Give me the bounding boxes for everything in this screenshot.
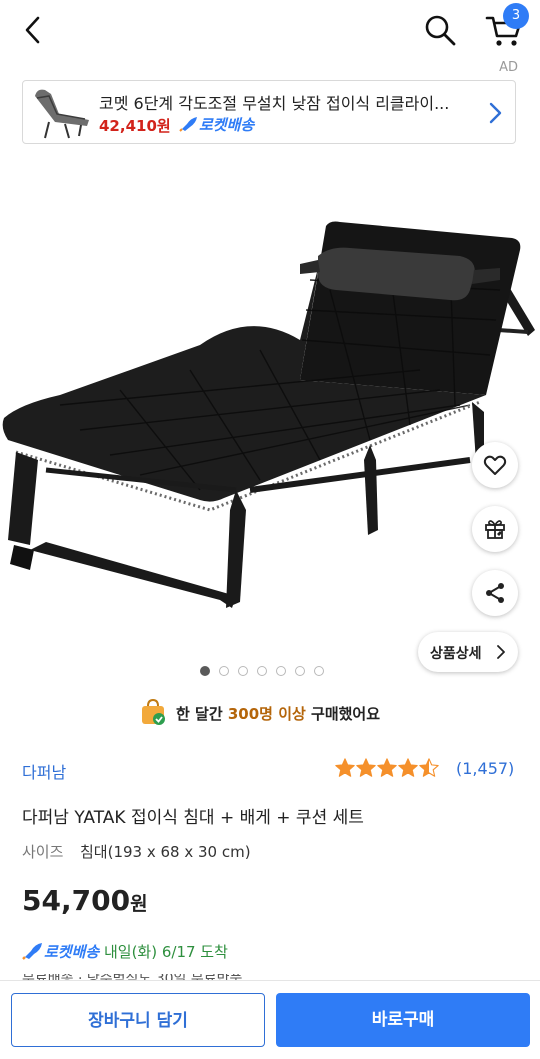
star-icon xyxy=(419,758,439,777)
ad-label: AD xyxy=(499,60,518,75)
back-button[interactable] xyxy=(18,12,50,48)
buy-now-button[interactable]: 바로구매 xyxy=(276,993,530,1047)
ad-banner[interactable]: 코멧 6단계 각도조절 무설치 낮잠 접이식 리클라이... 42,410원 로… xyxy=(22,80,516,144)
brand-link[interactable]: 다퍼남 xyxy=(22,759,66,783)
ad-price: 42,410원 xyxy=(99,117,171,135)
option-value[interactable]: 침대(193 x 68 x 30 cm) xyxy=(80,841,251,862)
gallery-dot[interactable] xyxy=(200,666,210,676)
price-unit: 원 xyxy=(130,893,148,915)
search-button[interactable] xyxy=(422,12,458,48)
chevron-right-icon xyxy=(497,645,505,659)
ad-rocket-delivery: 로켓배송 xyxy=(179,114,254,135)
star-icon xyxy=(377,758,397,777)
gallery-dot[interactable] xyxy=(257,666,267,676)
shopping-bag-icon xyxy=(142,698,165,725)
product-image[interactable] xyxy=(0,190,540,630)
search-icon xyxy=(425,15,456,46)
product-detail-button[interactable]: 상품상세 xyxy=(418,632,518,672)
rating-stars[interactable] xyxy=(334,757,439,779)
back-arrow-icon xyxy=(25,16,40,44)
product-price: 54,700원 xyxy=(22,884,148,917)
gallery-dot[interactable] xyxy=(238,666,248,676)
option-label: 사이즈 xyxy=(22,843,64,861)
rating-count[interactable]: (1,457) xyxy=(456,759,514,778)
wishlist-button[interactable] xyxy=(472,442,518,488)
product-title: 다퍼남 YATAK 접이식 침대 + 배게 + 쿠션 세트 xyxy=(22,808,364,828)
gift-button[interactable] xyxy=(472,506,518,552)
ad-title: 코멧 6단계 각도조절 무설치 낮잠 접이식 리클라이... xyxy=(99,94,450,113)
rocket-icon xyxy=(22,943,42,960)
star-icon xyxy=(335,758,355,777)
gallery-dot[interactable] xyxy=(295,666,305,676)
add-to-cart-button[interactable]: 장바구니 담기 xyxy=(11,993,265,1047)
gift-icon xyxy=(485,520,505,539)
heart-icon xyxy=(483,455,507,475)
gallery-dot[interactable] xyxy=(314,666,324,676)
ad-product-thumbnail xyxy=(29,84,95,142)
delivery-date: 내일(화) 6/17 도착 xyxy=(103,943,228,961)
cart-count-badge: 3 xyxy=(503,3,529,29)
bottom-action-bar: 장바구니 담기 바로구매 xyxy=(0,980,540,1059)
top-bar: 3 xyxy=(0,0,540,62)
chevron-right-icon xyxy=(489,102,502,124)
gallery-dot[interactable] xyxy=(276,666,286,676)
purchase-notice-text: 한 달간 300명 이상 구매했어요 xyxy=(176,705,381,723)
rocket-delivery-label: 로켓배송 xyxy=(44,943,100,961)
share-icon xyxy=(486,583,504,603)
star-icon xyxy=(398,758,418,777)
ad-rocket-label: 로켓배송 xyxy=(199,116,255,134)
price-value: 54,700 xyxy=(22,884,131,917)
gallery-dot[interactable] xyxy=(219,666,229,676)
delivery-info: 로켓배송 내일(화) 6/17 도착 xyxy=(22,941,228,962)
share-button[interactable] xyxy=(472,570,518,616)
rocket-icon xyxy=(179,117,197,132)
star-icon xyxy=(356,758,376,777)
product-detail-label: 상품상세 xyxy=(430,646,482,662)
gallery-pagination xyxy=(200,666,333,678)
